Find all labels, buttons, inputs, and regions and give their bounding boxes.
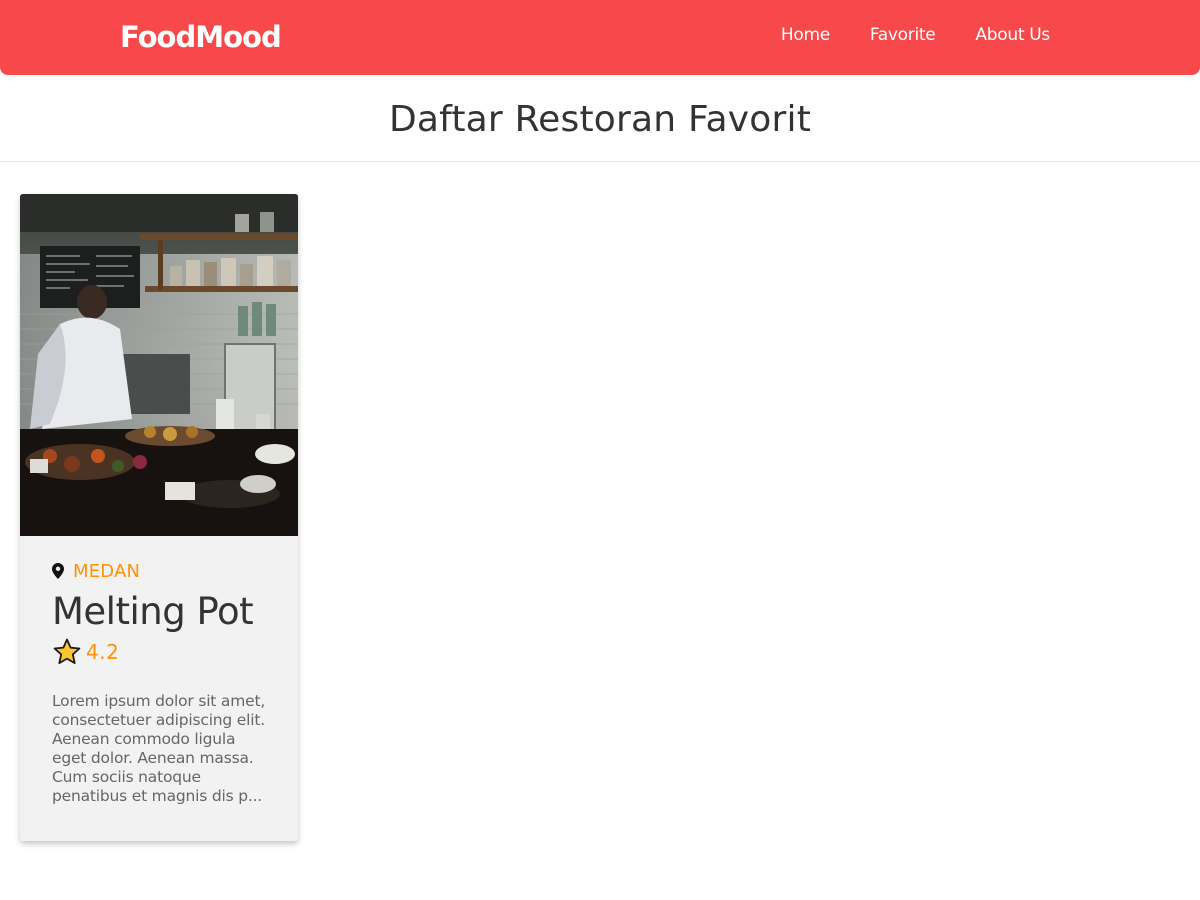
restaurant-rating: 4.2	[52, 636, 272, 668]
nav-favorite-link[interactable]: Favorite	[870, 25, 936, 45]
app-header: FoodMood Home Favorite About Us	[0, 0, 1200, 75]
nav-home-link[interactable]: Home	[781, 25, 830, 45]
restaurant-name[interactable]: Melting Pot	[52, 590, 272, 634]
main-nav: Home Favorite About Us	[781, 0, 1050, 70]
restaurant-description: Lorem ipsum dolor sit amet, consectetuer…	[52, 692, 266, 805]
page-title: Daftar Restoran Favorit	[388, 99, 812, 140]
restaurant-rating-value: 4.2	[86, 640, 120, 664]
restaurant-card[interactable]: MEDAN Melting Pot 4.2 Lorem ipsum dolor …	[20, 194, 298, 841]
nav-about-us-link[interactable]: About Us	[975, 25, 1050, 45]
restaurant-card-body: MEDAN Melting Pot 4.2 Lorem ipsum dolor …	[52, 560, 272, 806]
page-heading: Daftar Restoran Favorit	[0, 75, 1200, 162]
map-pin-icon	[52, 563, 64, 579]
brand-logo[interactable]: FoodMood	[120, 17, 282, 57]
restaurant-city: MEDAN	[73, 560, 141, 582]
restaurant-image	[20, 194, 298, 536]
restaurant-location: MEDAN	[52, 560, 272, 582]
star-icon	[53, 638, 81, 664]
